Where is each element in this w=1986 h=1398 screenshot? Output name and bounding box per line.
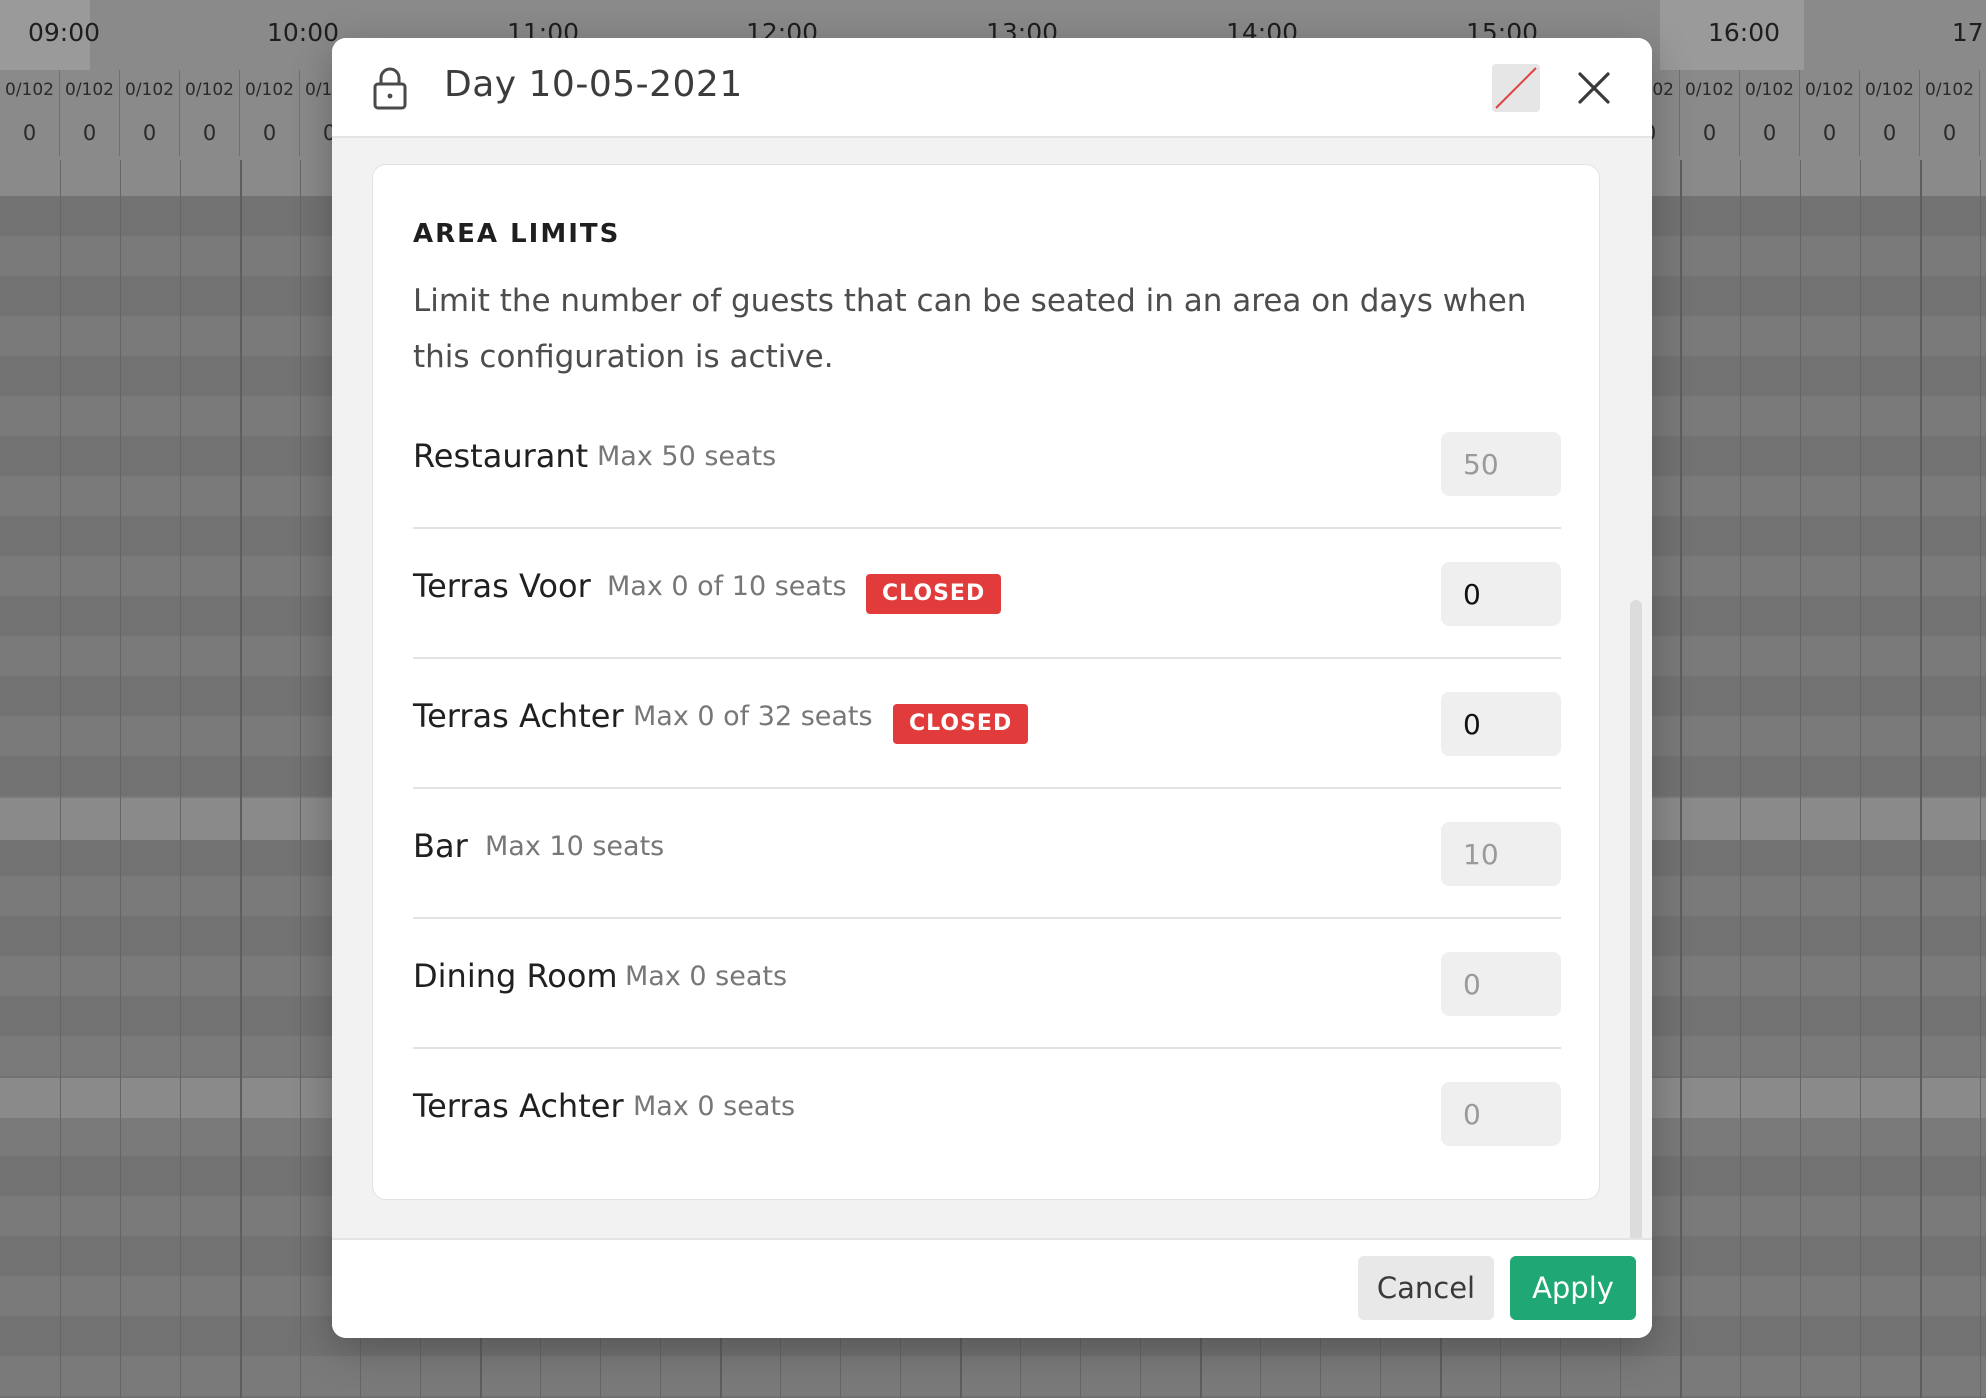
cancel-button[interactable]: Cancel — [1358, 1256, 1494, 1320]
slot-capacity: 0/102 — [180, 70, 240, 110]
modal-title: Day 10-05-2021 — [444, 64, 743, 105]
slot-capacity: 0/102 — [240, 70, 300, 110]
closed-badge: CLOSED — [893, 704, 1029, 744]
slot-capacity: 0/102 — [60, 70, 120, 110]
grid-line — [1920, 160, 1922, 1398]
slot-capacity: 0/102 — [1740, 70, 1800, 110]
color-swatch-none-icon[interactable] — [1492, 64, 1540, 112]
slot-capacity: 0/102 — [0, 70, 60, 110]
slot-count: 0 — [1980, 110, 1986, 156]
grid-line — [1680, 160, 1682, 1398]
slot-count: 0 — [0, 110, 60, 156]
area-name: Terras Voor — [413, 567, 591, 605]
area-limits-card: AREA LIMITS Limit the number of guests t… — [372, 164, 1600, 1200]
grid-line — [60, 160, 61, 1398]
area-limit-input[interactable] — [1441, 562, 1561, 626]
area-limit-input[interactable] — [1441, 1082, 1561, 1146]
area-max-seats: Max 0 of 32 seats — [633, 701, 873, 732]
slot-count: 0 — [120, 110, 180, 156]
slot-count: 0 — [240, 110, 300, 156]
grid-line — [240, 160, 242, 1398]
slot-count: 0 — [60, 110, 120, 156]
area-row: Terras Achter Max 0 of 32 seats CLOSED — [413, 659, 1561, 789]
area-max-seats: Max 10 seats — [485, 831, 665, 862]
slot-capacity: 0/102 — [1680, 70, 1740, 110]
slot-capacity: 0/102 — [120, 70, 180, 110]
area-row: Terras Voor Max 0 of 10 seats CLOSED — [413, 529, 1561, 659]
slot-count: 0 — [1860, 110, 1920, 156]
area-max-seats: Max 50 seats — [597, 441, 777, 472]
lock-icon — [373, 67, 407, 110]
area-name: Terras Achter — [413, 697, 624, 735]
grid-line — [300, 160, 301, 1398]
closed-badge: CLOSED — [866, 574, 1002, 614]
area-limit-input[interactable] — [1441, 952, 1561, 1016]
grid-line — [120, 160, 121, 1398]
section-description: Limit the number of guests that can be s… — [413, 283, 1527, 375]
modal-footer: Cancel Apply — [332, 1238, 1652, 1338]
area-name: Restaurant — [413, 437, 589, 475]
close-icon[interactable] — [1572, 66, 1616, 110]
grid-line — [1860, 160, 1861, 1398]
slot-count: 0 — [1920, 110, 1980, 156]
slot-capacity: 0/102 — [1860, 70, 1920, 110]
slot-count: 0 — [1800, 110, 1860, 156]
area-max-seats: Max 0 seats — [633, 1091, 796, 1122]
schedule-page: 09:00 10:00 11:00 12:00 13:00 14:00 15:00 16:00… — [0, 0, 1986, 1398]
grid-line — [180, 160, 181, 1398]
slot-count: 0 — [180, 110, 240, 156]
apply-button[interactable]: Apply — [1510, 1256, 1636, 1320]
area-limit-input[interactable] — [1441, 432, 1561, 496]
section-heading: AREA LIMITS — [413, 219, 621, 249]
area-row: Restaurant Max 50 seats — [413, 399, 1561, 529]
modal-body: AREA LIMITS Limit the number of guests t… — [332, 138, 1652, 1276]
area-max-seats: Max 0 seats — [625, 961, 788, 992]
grid-line — [1740, 160, 1741, 1398]
area-name: Bar — [413, 827, 468, 865]
slot-capacity: 0/102 — [1920, 70, 1980, 110]
hour-label: 17: — [1951, 18, 1986, 47]
slot-capacity: 0/102 — [1800, 70, 1860, 110]
area-max-seats: Max 0 of 10 seats — [607, 571, 847, 602]
area-limit-input[interactable] — [1441, 692, 1561, 756]
scrollbar[interactable] — [1630, 600, 1642, 1272]
grid-stripe — [0, 1356, 1986, 1396]
area-name: Dining Room — [413, 957, 618, 995]
area-name: Terras Achter — [413, 1087, 624, 1125]
hour-label: 16:00 — [1707, 18, 1781, 47]
area-row: Terras Achter Max 0 seats — [413, 1049, 1561, 1179]
slot-capacity: 0/102 — [1980, 70, 1986, 110]
slot-count: 0 — [1680, 110, 1740, 156]
grid-line — [1980, 160, 1981, 1398]
slot-count: 0 — [1740, 110, 1800, 156]
day-settings-modal: Day 10-05-2021 AREA LIMITS Limit the num… — [332, 38, 1652, 1338]
grid-line — [1800, 160, 1801, 1398]
area-row: Dining Room Max 0 seats — [413, 919, 1561, 1049]
area-row: Bar Max 10 seats — [413, 789, 1561, 919]
modal-header: Day 10-05-2021 — [332, 38, 1652, 138]
hour-label: 09:00 — [27, 18, 101, 47]
area-limit-input[interactable] — [1441, 822, 1561, 886]
hour-label: 10:00 — [266, 18, 340, 47]
